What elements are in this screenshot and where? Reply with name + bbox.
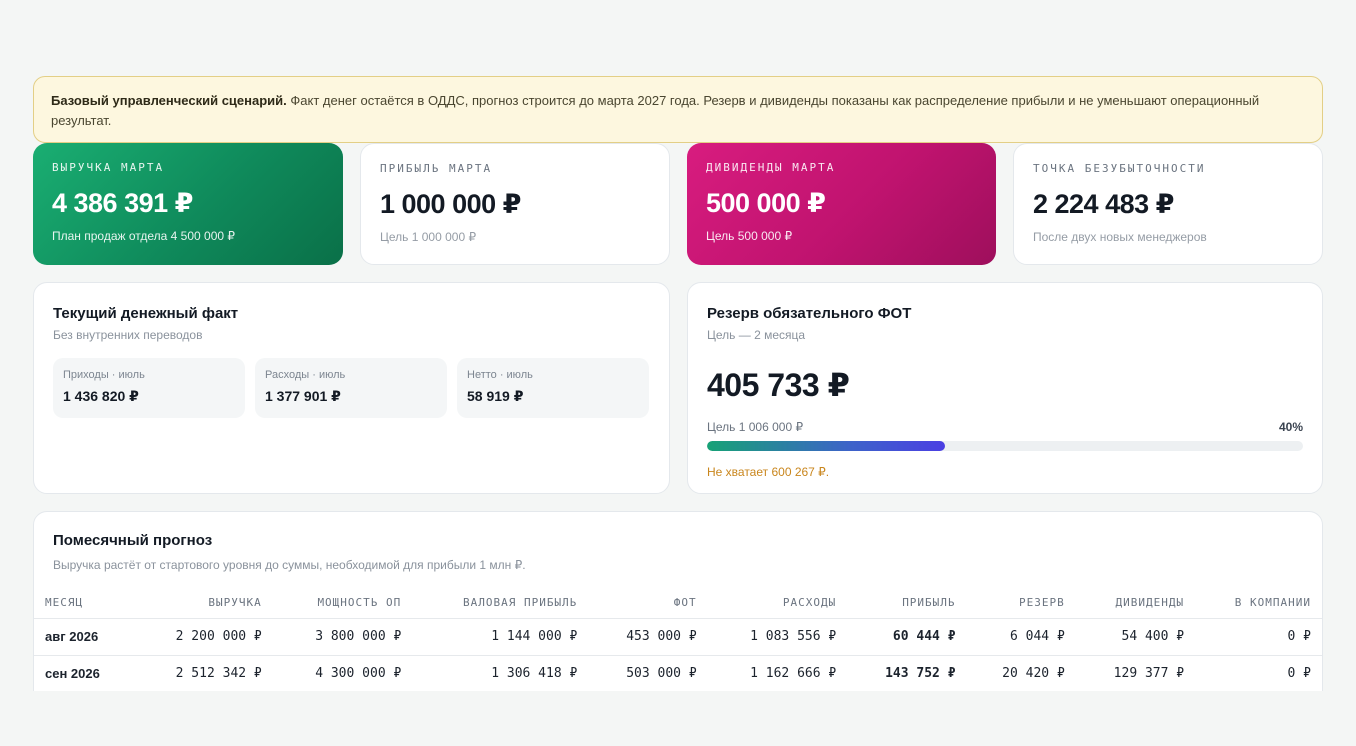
tile-value: 1 436 820 ₽ [63,388,139,404]
tile-value: 58 919 ₽ [467,388,524,404]
column-header: Прибыль [847,588,967,619]
table-cell: 4 300 000 ₽ [272,655,413,693]
forecast-table: Месяц Выручка Мощность ОП Валовая прибыль ФО… [34,588,1322,693]
column-header: Резерв [966,588,1076,619]
income-tile: Приходы · июль 1 436 820 ₽ [53,358,245,418]
card-title: Текущий денежный факт [53,305,239,322]
column-header: Мощность ОП [272,588,413,619]
table-cell: 20 420 ₽ [966,655,1076,693]
kpi-revenue-card: Выручка марта 4 386 391 ₽ План продаж от… [33,143,343,265]
reserve-goal-row: Цель 1 006 000 ₽ 40% [707,420,1303,434]
tile-label: Нетто · июль [467,369,533,381]
kpi-value: 2 224 483 ₽ [1033,189,1174,219]
column-header: Дивиденды [1075,588,1196,619]
reserve-goal: Цель 1 006 000 ₽ [707,420,804,434]
kpi-sub: После двух новых менеджеров [1033,230,1207,244]
column-header: В компании [1195,588,1322,619]
table-cell: 143 752 ₽ [847,655,967,693]
kpi-breakeven-card: Точка безубыточности 2 224 483 ₽ После д… [1013,143,1323,265]
reserve-value: 405 733 ₽ [707,367,850,403]
table-cell: 2 200 000 ₽ [133,618,273,656]
reserve-percent: 40% [1278,420,1303,434]
table-body: авг 2026 2 200 000 ₽3 800 000 ₽1 144 000 … [34,618,1322,693]
tile-value: 1 377 901 ₽ [265,388,341,404]
expenses-tile: Расходы · июль 1 377 901 ₽ [255,358,447,418]
table-cell: авг 2026 [34,618,134,656]
tile-label: Приходы · июль [63,369,145,381]
payroll-reserve-card: Резерв обязательного ФОТ Цель — 2 месяца… [687,282,1323,494]
reserve-progress-fill [707,441,946,451]
table-cell: 3 800 000 ₽ [272,618,413,656]
kpi-value: 4 386 391 ₽ [52,188,193,218]
table-cell: 1 083 556 ₽ [707,618,848,656]
kpi-label: Точка безубыточности [1033,162,1206,175]
page-footer-area [0,691,1356,746]
notice-bold: Базовый управленческий сценарий. [51,93,287,108]
card-subtitle: Выручка растёт от стартового уровня до с… [53,558,526,572]
kpi-dividends-card: Дивиденды марта 500 000 ₽ Цель 500 000 ₽ [687,143,996,265]
table-cell: 1 144 000 ₽ [412,618,589,656]
tile-label: Расходы · июль [265,369,346,381]
table-cell: 0 ₽ [1195,655,1322,693]
table-header-row: Месяц Выручка Мощность ОП Валовая прибыль ФО… [34,588,1322,619]
net-tile: Нетто · июль 58 919 ₽ [457,358,649,418]
table-cell: 6 044 ₽ [966,618,1076,656]
table-cell: 2 512 342 ₽ [133,655,273,693]
reserve-progress-track [707,441,1303,451]
kpi-value: 500 000 ₽ [706,188,826,218]
reserve-shortfall: Не хватает 600 267 ₽. [707,465,830,479]
card-subtitle: Без внутренних переводов [53,328,203,342]
table-row: сен 2026 2 512 342 ₽4 300 000 ₽1 306 418 … [34,655,1322,693]
scenario-notice: Базовый управленческий сценарий. Факт де… [33,76,1323,143]
kpi-label: Выручка марта [52,161,165,174]
column-header: Расходы [707,588,848,619]
table-cell: 0 ₽ [1195,618,1322,656]
table-cell: 60 444 ₽ [847,618,967,656]
kpi-profit-card: Прибыль марта 1 000 000 ₽ Цель 1 000 000… [360,143,670,265]
cash-fact-card: Текущий денежный факт Без внутренних пер… [33,282,670,494]
table-cell: 1 306 418 ₽ [412,655,589,693]
column-header: Выручка [133,588,273,619]
kpi-sub: Цель 500 000 ₽ [706,229,793,243]
card-subtitle: Цель — 2 месяца [707,328,806,342]
column-header: Месяц [34,588,134,619]
column-header: Валовая прибыль [412,588,589,619]
table-cell: 453 000 ₽ [588,618,708,656]
table-row: авг 2026 2 200 000 ₽3 800 000 ₽1 144 000 … [34,618,1322,656]
table-cell: сен 2026 [34,655,134,693]
table-cell: 1 162 666 ₽ [707,655,848,693]
card-title: Помесячный прогноз [53,532,213,549]
kpi-value: 1 000 000 ₽ [380,189,521,219]
card-title: Резерв обязательного ФОТ [707,305,912,322]
kpi-label: Прибыль марта [380,162,493,175]
table-cell: 129 377 ₽ [1075,655,1196,693]
kpi-label: Дивиденды марта [706,161,836,174]
column-header: ФОТ [588,588,708,619]
table-cell: 54 400 ₽ [1075,618,1196,656]
kpi-sub: План продаж отдела 4 500 000 ₽ [52,229,236,243]
kpi-sub: Цель 1 000 000 ₽ [380,230,477,244]
table-cell: 503 000 ₽ [588,655,708,693]
